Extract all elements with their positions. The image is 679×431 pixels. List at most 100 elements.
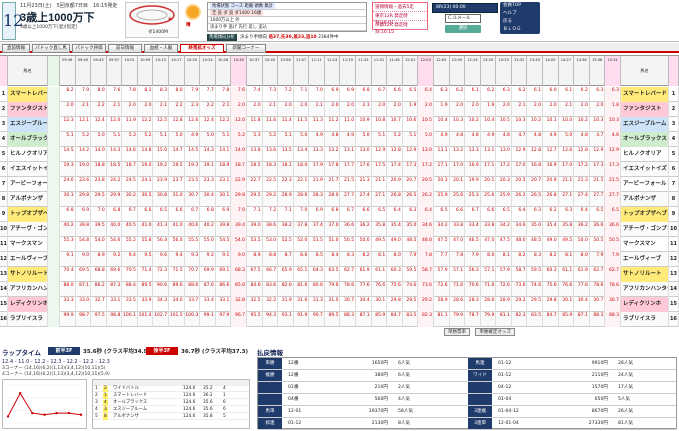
menu-blog[interactable]: ＢＬＯＧ — [500, 26, 540, 34]
odds-row[interactable]: 14アフリカンハンター88.087.186.287.388.489.590.68… — [0, 282, 679, 297]
tab-6[interactable]: 新聞コーナー — [226, 44, 266, 53]
jockey-selector[interactable]: C.ルメール — [445, 14, 481, 23]
horse-number-right: 2 — [669, 102, 679, 117]
rank-row[interactable]: 2 1 スマートレバード 124.6 36.2 1 — [93, 393, 249, 399]
horse-name-right[interactable]: サトノリルート — [621, 267, 669, 282]
odds-value: 5.2 — [393, 133, 401, 138]
horse-name[interactable]: ファンタジスト — [8, 102, 48, 117]
odds-row[interactable]: 10アチーヴ・ゴンプレス40.239.839.540.040.541.041.3… — [0, 222, 679, 237]
menu-help[interactable]: ヘルプ — [500, 10, 540, 18]
horse-name-right[interactable]: アービーフォールド — [621, 177, 669, 192]
tab-2[interactable]: パドック評価 — [72, 44, 106, 53]
track-analysis-button[interactable]: 馬場傾向分析 — [207, 34, 237, 41]
horse-name-right[interactable]: トップオブザヘブン — [621, 207, 669, 222]
odds-row[interactable]: 5 ヒルノクオリア 14.5 14.2 14.0 14.3 14.6 14.8 15.0 14.7… — [0, 147, 679, 162]
horse-name[interactable]: アチーヴ・ゴンプレス — [8, 222, 48, 237]
odds-value: 71.6 — [453, 283, 464, 288]
odds-row[interactable]: 7アービーフォールド24.023.623.824.224.524.123.923… — [0, 177, 679, 192]
odds-row[interactable]: 3エスジーブルーム12.312.112.412.011.912.212.512.… — [0, 117, 679, 132]
head-time: 10:17 — [169, 56, 185, 86]
horse-name[interactable]: トップオブザヘブン — [8, 207, 48, 222]
horse-name[interactable]: アフリカンハンター — [8, 282, 48, 297]
odds-cell: 16.8 — [528, 162, 544, 177]
odds-row[interactable]: 16 ラブリイスラ 99.9 98.7 97.5 98.8 100.1 101.4 102.7 1… — [0, 312, 679, 327]
horse-name[interactable]: オールブラックス — [8, 132, 48, 147]
menu-top[interactable]: 会員TOP — [500, 2, 540, 10]
rank-row[interactable]: 4 3 エスジーブルーム 124.6 35.6 6 — [93, 407, 249, 413]
odds-value: 7.9 — [471, 253, 479, 258]
horse-name-right[interactable]: ファンタジスト — [621, 102, 669, 117]
rank-row[interactable]: 5 8 アルボナンザ 124.6 35.8 5 — [93, 414, 249, 420]
odds-row[interactable]: 6イエスイットイズ19.319.018.818.518.719.019.219.… — [0, 162, 679, 177]
tab-4[interactable]: 血統・人脈 — [144, 44, 178, 53]
odds-row[interactable]: 8 アルボナンザ 30.1 29.8 29.5 29.9 30.2 30.5 30.8 31.0 3… — [0, 192, 679, 207]
horse-name-right[interactable]: エールヴィーブ — [621, 252, 669, 267]
race-selector[interactable]: 8R(23) 00:00 — [432, 3, 498, 13]
horse-name[interactable]: スマートレバード — [8, 87, 48, 102]
horse-name-right[interactable]: ヒルノクオリア — [621, 147, 669, 162]
tab-5[interactable]: 終馬拡オッズ — [180, 44, 224, 53]
horse-name-right[interactable]: オールブラックス — [621, 132, 669, 147]
odds-cell: 10.3 — [450, 117, 466, 132]
horse-name-right[interactable]: マークスマン — [621, 237, 669, 252]
odds-row[interactable]: 11 マークスマン 55.3 54.8 54.0 54.6 55.2 55.8 56.4 56.0… — [0, 237, 679, 252]
tab-1[interactable]: パドック直し馬 — [32, 44, 70, 53]
horse-name[interactable]: アルボナンザ — [8, 192, 48, 207]
rank-row[interactable]: 3 4 オールブラックス 124.6 35.6 6 — [93, 400, 249, 406]
odds-value: 25.6 — [484, 193, 495, 198]
rank-no: 8 — [103, 414, 108, 420]
odds-cell: 6.1 — [465, 87, 481, 102]
horse-name-right[interactable]: レディクリンホ — [621, 297, 669, 312]
tab-0[interactable]: 直前情報 — [2, 44, 30, 53]
horse-name[interactable]: エスジーブルーム — [8, 117, 48, 132]
odds-row[interactable]: 4オールブラックス5.15.25.05.15.35.25.15.04.95.05… — [0, 132, 679, 147]
horse-name[interactable]: エールヴィーブ — [8, 252, 48, 267]
rank-row[interactable]: 1 2 ワイドバトル 124.6 35.2 4 — [93, 386, 249, 392]
horse-name-right[interactable]: アルボナンザ — [621, 192, 669, 207]
link-past5[interactable]: 道頓情報・過去5走 — [373, 3, 427, 12]
horse-name-right[interactable]: エスジーブルーム — [621, 117, 669, 132]
link-tokyo12[interactable]: 東京12R 発走時刻:16:01 — [373, 12, 427, 26]
vote-rate-button[interactable]: 単勝票率 — [444, 328, 470, 336]
horse-name-right[interactable]: スマートレバード — [621, 87, 669, 102]
horse-name-right[interactable]: アチーヴ・ゴンプレス — [621, 222, 669, 237]
final-odds-button[interactable]: 単勝確定オッズ — [475, 328, 515, 336]
odds-row[interactable]: 13 サトノリルート 70.4 69.5 68.8 69.6 70.5 71.4 72.3 71.… — [0, 267, 679, 282]
payout-row: 枠連 01-12 2130円 8人気 3連単 12-01-04 27330円 81人気 — [258, 418, 676, 430]
odds-value: 90.7 — [312, 313, 323, 318]
odds-cell: 39.8 — [76, 222, 92, 237]
odds-cell: 2.0 — [496, 102, 512, 117]
horse-name[interactable]: ラブリイスラ — [8, 312, 48, 327]
horse-name[interactable]: マークスマン — [8, 237, 48, 252]
odds-value: 7.9 — [409, 253, 417, 258]
race-conditions: 3歳以上1000万下(混)[指定] — [20, 25, 78, 30]
horse-name[interactable]: サトノリルート — [8, 267, 48, 282]
horse-name[interactable]: レディクリンホ — [8, 297, 48, 312]
lap-chart-svg — [6, 384, 83, 424]
odds-value: 19.9 — [468, 178, 479, 183]
horse-name[interactable]: アービーフォールド — [8, 177, 48, 192]
horse-name-right[interactable]: ラブリイスラ — [621, 312, 669, 327]
tab-3[interactable]: 前日情報 — [108, 44, 142, 53]
odds-value: 14.2 — [79, 148, 90, 153]
horse-name-right[interactable]: アフリカンハンター — [621, 282, 669, 297]
race-date: 11月23日(土) 5回京都7日目 16:15発走 — [20, 3, 118, 9]
rank-t: 35.2 — [203, 386, 213, 391]
odds-value: 28.9 — [499, 298, 510, 303]
odds-cell: 27.7 — [341, 192, 357, 207]
odds-value: 9.1 — [66, 253, 74, 258]
horse-name[interactable]: イエスイットイズ — [8, 162, 48, 177]
horse-name-right[interactable]: イエスイットイズ — [621, 162, 669, 177]
select-button[interactable]: 選択 — [445, 25, 481, 33]
odds-row[interactable]: 9トップオブザヘブン6.86.97.06.86.76.66.56.66.76.8… — [0, 207, 679, 222]
link-kyoto12[interactable]: 京都12R 発走時刻:16:15 — [373, 21, 427, 35]
odds-row[interactable]: 2 ファンタジスト 2.0 2.1 2.2 2.1 2.0 2.0 2.1 2.2 2.3 2.2 2.… — [0, 102, 679, 117]
odds-cell: 60.3 — [543, 267, 559, 282]
odds-row[interactable]: 1スマートレバード8.27.98.07.67.88.18.38.07.97.77… — [0, 87, 679, 102]
odds-row[interactable]: 12 エールヴィーブ 9.1 9.0 8.9 9.2 9.4 9.5 9.6 9.4 9.3 9.2 9… — [0, 252, 679, 267]
odds-value: 15.0 — [157, 148, 168, 153]
menu-back[interactable]: 戻る — [500, 18, 540, 26]
horse-name[interactable]: ヒルノクオリア — [8, 147, 48, 162]
odds-cell: 54.8 — [76, 237, 92, 252]
odds-row[interactable]: 15 レディクリンホ 33.3 33.0 32.7 33.1 33.5 33.9 34.3 34.… — [0, 297, 679, 312]
